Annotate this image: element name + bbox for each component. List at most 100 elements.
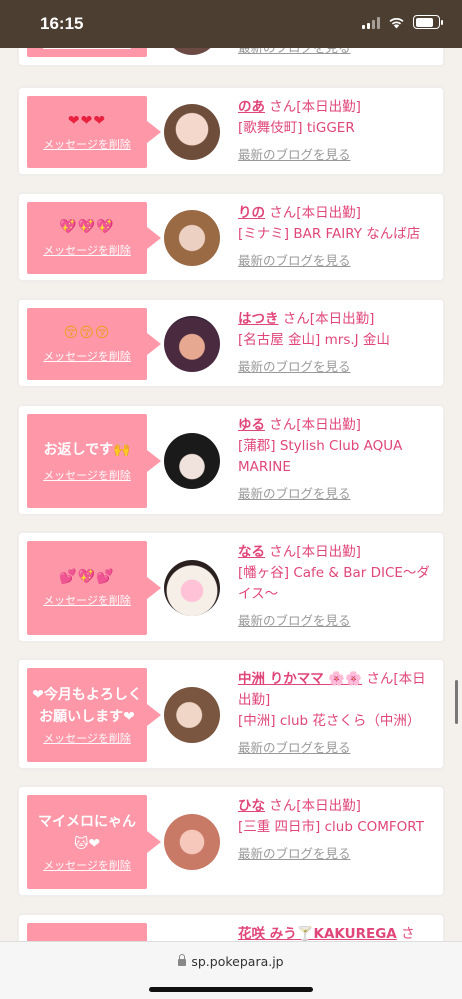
stamp-text: 💖💖💖 bbox=[59, 219, 115, 235]
message-stamp bbox=[27, 923, 147, 941]
avatar[interactable] bbox=[164, 104, 220, 160]
stamp-arrow bbox=[147, 450, 161, 472]
store-name[interactable]: [三重 四日市] club COMFORT bbox=[238, 817, 438, 838]
attendance-label: さん[本日出勤] bbox=[269, 417, 361, 433]
avatar[interactable] bbox=[164, 210, 220, 266]
blog-link[interactable]: 最新のブログを見る bbox=[238, 144, 438, 165]
blog-link[interactable]: 最新のブログを見る bbox=[238, 356, 438, 377]
delete-message-link[interactable]: メッセージを削除 bbox=[43, 592, 131, 608]
blog-link[interactable]: 最新のブログを見る bbox=[238, 737, 438, 758]
delete-message-link[interactable]: メッセージを削除 bbox=[43, 467, 131, 483]
message-card: 😚😚😚 メッセージを削除 はつき さん[本日出勤] [名古屋 金山] mrs.J… bbox=[18, 299, 444, 387]
store-name[interactable]: [中洲] club 花さくら（中洲） bbox=[238, 711, 438, 732]
stamp-arrow bbox=[147, 227, 161, 249]
message-card: お返しです🙌 メッセージを削除 ゆる さん[本日出勤] [蒲郡] Stylish… bbox=[18, 405, 444, 515]
message-stamp: ❤❤❤ メッセージを削除 bbox=[27, 96, 147, 168]
profile-info: のあ さん[本日出勤] [歌舞伎町] tiGGER 最新のブログを見る bbox=[238, 97, 438, 165]
blog-link[interactable]: 最新のブログを見る bbox=[238, 48, 438, 58]
avatar[interactable] bbox=[164, 560, 220, 616]
message-card: マイメロにゃん🐱❤ メッセージを削除 ひな さん[本日出勤] [三重 四日市] … bbox=[18, 786, 444, 896]
profile-info: なる さん[本日出勤] [幡ヶ谷] Cafe & Bar DICE〜ダイス〜 最… bbox=[238, 542, 438, 631]
status-bar: 16:15 bbox=[0, 0, 462, 48]
status-time: 16:15 bbox=[40, 14, 84, 33]
blog-link[interactable]: 最新のブログを見る bbox=[238, 483, 438, 504]
blog-link[interactable]: 最新のブログを見る bbox=[238, 610, 438, 631]
delete-message-link[interactable]: メッセージを削除 bbox=[43, 730, 131, 746]
attendance-label: さん[本日出勤] bbox=[269, 99, 361, 115]
message-stamp: マイメロにゃん🐱❤ メッセージを削除 bbox=[27, 795, 147, 889]
profile-info: 中洲 りかママ 🌸🌸 さん[本日出勤] [中洲] club 花さくら（中洲） 最… bbox=[238, 669, 438, 758]
message-stamp: メッセージを削除 bbox=[27, 48, 147, 57]
delete-message-link[interactable]: メッセージを削除 bbox=[43, 48, 131, 51]
message-card: 💖💖💖 メッセージを削除 りの さん[本日出勤] [ミナミ] BAR FAIRY… bbox=[18, 193, 444, 281]
message-card: 💕💖💕 メッセージを削除 なる さん[本日出勤] [幡ヶ谷] Cafe & Ba… bbox=[18, 532, 444, 642]
message-stamp: 💖💖💖 メッセージを削除 bbox=[27, 202, 147, 274]
wifi-icon bbox=[389, 17, 404, 28]
profile-info: 花咲 みう🍸KAKUREGA さ bbox=[238, 924, 443, 941]
lock-icon bbox=[178, 954, 187, 966]
stamp-text: お返しです🙌 bbox=[43, 442, 131, 458]
message-card: 花咲 みう🍸KAKUREGA さ bbox=[18, 914, 444, 941]
cast-name-link[interactable]: ゆる bbox=[238, 417, 265, 433]
store-name[interactable]: [幡ヶ谷] Cafe & Bar DICE〜ダイス〜 bbox=[238, 563, 438, 605]
profile-info: 最新のブログを見る bbox=[238, 48, 438, 58]
message-card: ❤❤❤ メッセージを削除 のあ さん[本日出勤] [歌舞伎町] tiGGER 最… bbox=[18, 87, 444, 175]
blog-link[interactable]: 最新のブログを見る bbox=[238, 843, 438, 864]
url-text: sp.pokepara.jp bbox=[191, 954, 284, 969]
stamp-arrow bbox=[147, 831, 161, 853]
cast-name-link[interactable]: 中洲 りかママ 🌸🌸 bbox=[238, 671, 362, 687]
avatar[interactable] bbox=[164, 814, 220, 870]
stamp-arrow bbox=[147, 704, 161, 726]
message-card: ❤今月もよろしくお願いします❤ メッセージを削除 中洲 りかママ 🌸🌸 さん[本… bbox=[18, 659, 444, 769]
profile-info: ゆる さん[本日出勤] [蒲郡] Stylish Club AQUA MARIN… bbox=[238, 415, 438, 504]
attendance-label: さん[本日出勤] bbox=[269, 798, 361, 814]
blog-link[interactable]: 最新のブログを見る bbox=[238, 250, 438, 271]
profile-info: ひな さん[本日出勤] [三重 四日市] club COMFORT 最新のブログ… bbox=[238, 796, 438, 864]
avatar[interactable] bbox=[164, 316, 220, 372]
delete-message-link[interactable]: メッセージを削除 bbox=[43, 857, 131, 873]
message-stamp: ❤今月もよろしくお願いします❤ メッセージを削除 bbox=[27, 668, 147, 762]
message-stamp: お返しです🙌 メッセージを削除 bbox=[27, 414, 147, 508]
cellular-signal-icon bbox=[362, 16, 380, 29]
attendance-label: さん[本日出勤] bbox=[269, 544, 361, 560]
cast-name-link[interactable]: はつき bbox=[238, 311, 279, 327]
message-card: メッセージを削除 最新のブログを見る bbox=[18, 48, 444, 66]
url-display[interactable]: sp.pokepara.jp bbox=[0, 954, 462, 969]
avatar[interactable] bbox=[164, 687, 220, 743]
stamp-arrow bbox=[147, 577, 161, 599]
message-stamp: 😚😚😚 メッセージを削除 bbox=[27, 308, 147, 380]
stamp-text: 💕💖💕 bbox=[59, 569, 115, 585]
stamp-arrow bbox=[147, 333, 161, 355]
attendance-label: さん[本日出勤] bbox=[269, 205, 361, 221]
cast-name-link[interactable]: のあ bbox=[238, 99, 265, 115]
cast-name-link[interactable]: 花咲 みう🍸KAKUREGA bbox=[238, 926, 397, 941]
avatar[interactable] bbox=[164, 433, 220, 489]
profile-info: はつき さん[本日出勤] [名古屋 金山] mrs.J 金山 最新のブログを見る bbox=[238, 309, 438, 377]
stamp-text: ❤今月もよろしくお願いします❤ bbox=[32, 687, 142, 725]
message-list[interactable]: メッセージを削除 最新のブログを見る ❤❤❤ メッセージを削除 のあ さん[本日… bbox=[0, 48, 462, 941]
store-name[interactable]: [歌舞伎町] tiGGER bbox=[238, 118, 438, 139]
stamp-text: ❤❤❤ bbox=[67, 113, 107, 129]
avatar[interactable] bbox=[164, 48, 220, 55]
profile-info: りの さん[本日出勤] [ミナミ] BAR FAIRY なんば店 最新のブログを… bbox=[238, 203, 438, 271]
store-name[interactable]: [ミナミ] BAR FAIRY なんば店 bbox=[238, 224, 438, 245]
message-stamp: 💕💖💕 メッセージを削除 bbox=[27, 541, 147, 635]
status-icons bbox=[362, 15, 443, 29]
cast-name-link[interactable]: りの bbox=[238, 205, 265, 221]
stamp-text: マイメロにゃん🐱❤ bbox=[38, 814, 136, 852]
store-name[interactable]: [名古屋 金山] mrs.J 金山 bbox=[238, 330, 438, 351]
stamp-arrow bbox=[147, 121, 161, 143]
delete-message-link[interactable]: メッセージを削除 bbox=[43, 348, 131, 364]
store-name[interactable]: [蒲郡] Stylish Club AQUA MARINE bbox=[238, 436, 438, 478]
browser-url-bar[interactable]: sp.pokepara.jp bbox=[0, 941, 462, 999]
home-indicator[interactable] bbox=[149, 987, 313, 992]
delete-message-link[interactable]: メッセージを削除 bbox=[43, 242, 131, 258]
stamp-text: 😚😚😚 bbox=[63, 325, 111, 341]
cast-name-link[interactable]: ひな bbox=[238, 798, 265, 814]
attendance-label: さ bbox=[401, 926, 415, 941]
attendance-label: さん[本日出勤] bbox=[282, 311, 375, 327]
delete-message-link[interactable]: メッセージを削除 bbox=[43, 136, 131, 152]
cast-name-link[interactable]: なる bbox=[238, 544, 265, 560]
scrollbar-thumb[interactable] bbox=[455, 680, 458, 724]
battery-icon bbox=[413, 15, 443, 29]
